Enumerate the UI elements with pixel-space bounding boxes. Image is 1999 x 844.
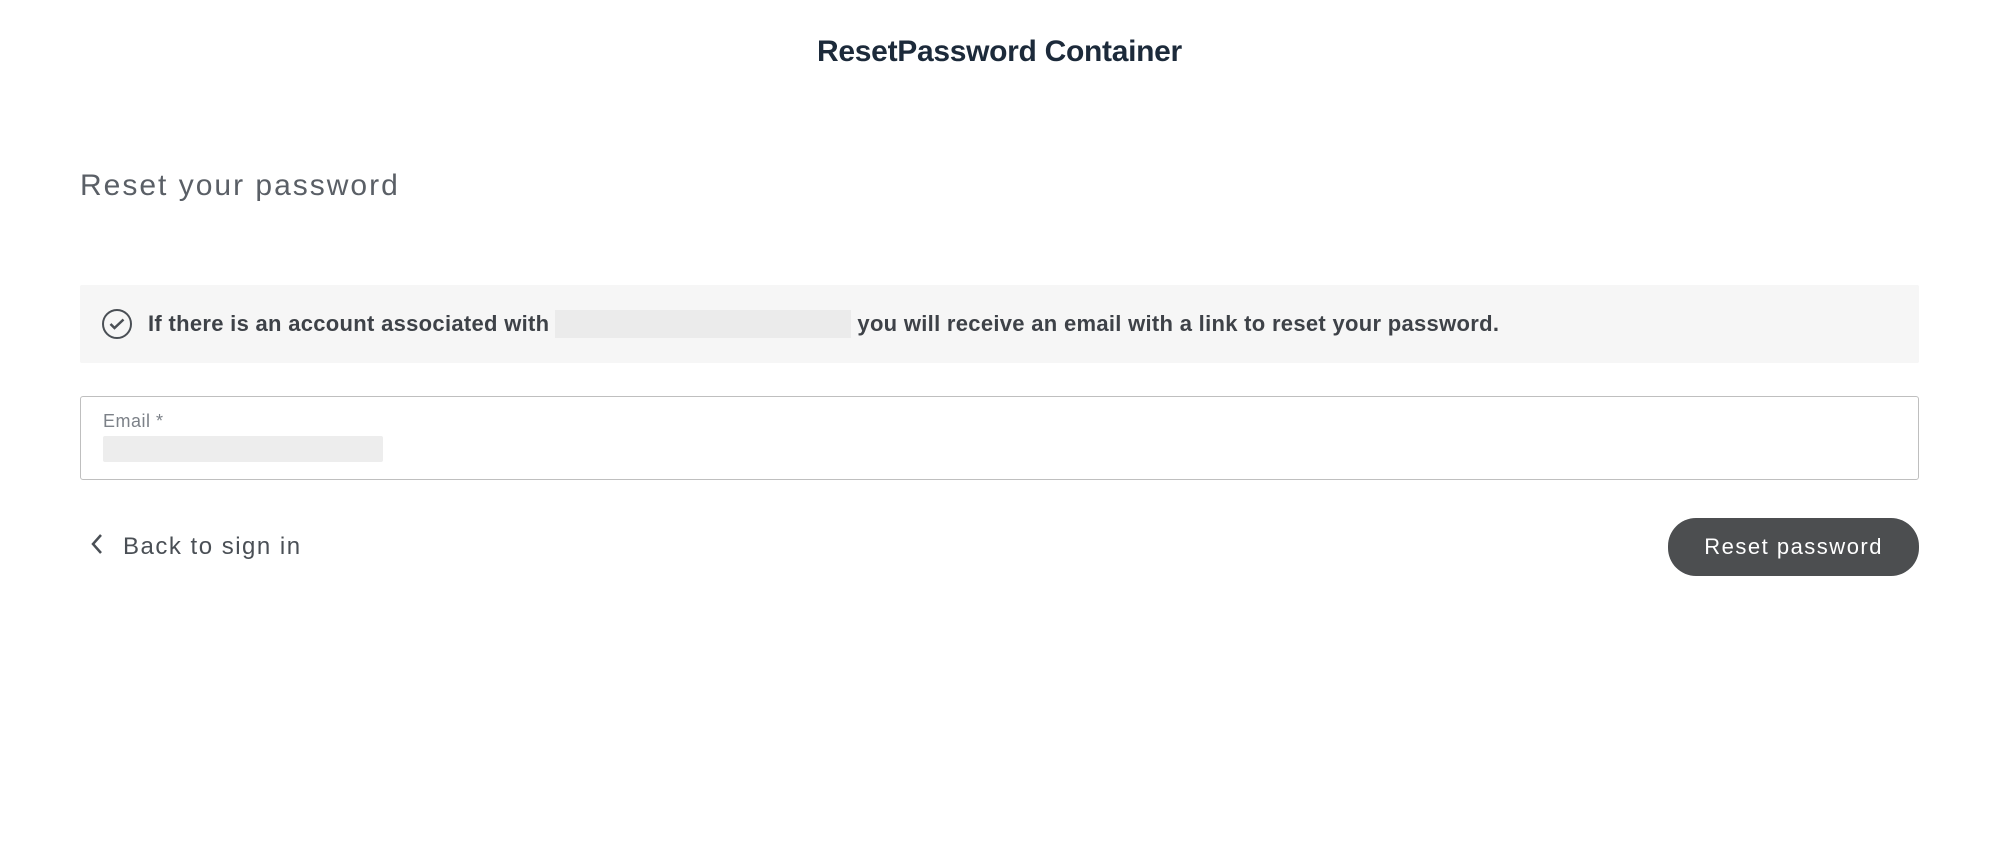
reset-password-container: ResetPassword Container Reset your passw… bbox=[0, 35, 1999, 576]
back-link-label: Back to sign in bbox=[123, 533, 302, 561]
notice-suffix: you will receive an email with a link to… bbox=[857, 311, 1499, 337]
section-title: Reset your password bbox=[80, 169, 1919, 203]
page-title: ResetPassword Container bbox=[80, 35, 1919, 69]
notice-prefix: If there is an account associated with bbox=[148, 311, 549, 337]
reset-password-button[interactable]: Reset password bbox=[1668, 518, 1919, 576]
redacted-email bbox=[555, 310, 851, 338]
email-input-group[interactable]: Email * bbox=[80, 396, 1919, 480]
success-notice: If there is an account associated with y… bbox=[80, 285, 1919, 363]
chevron-left-icon bbox=[90, 533, 103, 562]
back-to-sign-in-link[interactable]: Back to sign in bbox=[90, 533, 302, 562]
email-label: Email * bbox=[103, 411, 1896, 432]
notice-text: If there is an account associated with y… bbox=[148, 310, 1499, 338]
check-circle-icon bbox=[102, 309, 132, 339]
actions-row: Back to sign in Reset password bbox=[80, 518, 1919, 576]
